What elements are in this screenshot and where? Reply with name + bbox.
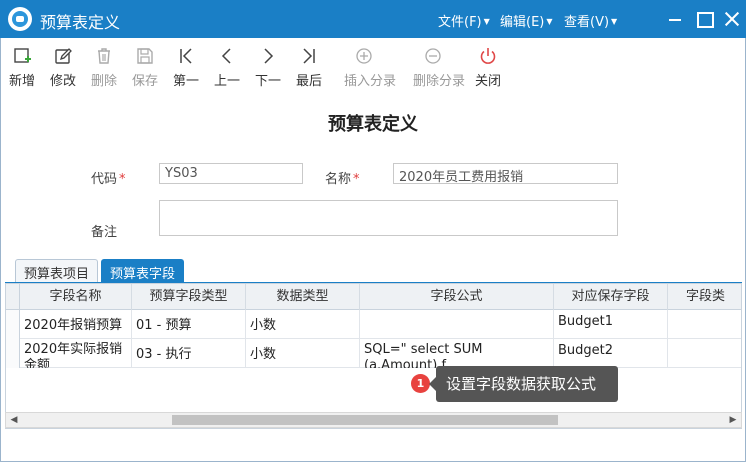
- close-button[interactable]: 关闭: [468, 46, 508, 90]
- edit-button-label: 修改: [49, 74, 76, 89]
- name-label: 名称 *: [325, 172, 360, 187]
- edit-button[interactable]: 修改: [43, 46, 83, 90]
- last-record-button[interactable]: 最后: [289, 46, 329, 90]
- cell-budget-type[interactable]: 01 - 预算: [132, 310, 246, 339]
- col-header-budget-type[interactable]: 预算字段类型: [132, 284, 246, 310]
- tab-budget-items[interactable]: 预算表项目: [15, 259, 99, 283]
- form-title: 预算表定义: [328, 114, 418, 135]
- last-record-label: 最后: [295, 74, 322, 89]
- cell-save-field[interactable]: Budget2: [554, 339, 668, 368]
- cell-field-class[interactable]: [668, 310, 741, 339]
- next-record-label: 下一: [254, 74, 281, 89]
- hint-tooltip: 设置字段数据获取公式: [429, 366, 618, 402]
- table-row[interactable]: 2020年实际报销金额 03 - 执行 小数 SQL=" select SUM …: [6, 339, 741, 368]
- grid-header: 字段名称 预算字段类型 数据类型 字段公式 对应保存字段 字段类: [6, 284, 741, 310]
- cell-data-type[interactable]: 小数: [246, 310, 360, 339]
- scroll-right-icon[interactable]: ▶: [727, 413, 739, 427]
- table-row[interactable]: 2020年报销预算 01 - 预算 小数 Budget1: [6, 310, 741, 339]
- cell-field-class[interactable]: [668, 339, 741, 368]
- cell-formula[interactable]: SQL=" select SUM (a.Amount) f: [360, 339, 554, 368]
- scroll-left-icon[interactable]: ◀: [8, 413, 20, 427]
- caret-down-icon: ▼: [546, 17, 553, 26]
- col-header-formula[interactable]: 字段公式: [360, 284, 554, 310]
- close-window-button[interactable]: [719, 0, 745, 38]
- chevron-left-icon: [221, 48, 231, 64]
- cell-budget-type[interactable]: 03 - 执行: [132, 339, 246, 368]
- required-mark: *: [353, 172, 360, 187]
- col-header-save-field[interactable]: 对应保存字段: [554, 284, 668, 310]
- caret-down-icon: ▼: [483, 17, 490, 26]
- col-header-data-type[interactable]: 数据类型: [246, 284, 360, 310]
- window-title: 预算表定义: [40, 13, 121, 32]
- app-logo-icon: [8, 7, 32, 31]
- tab-budget-fields[interactable]: 预算表字段: [101, 259, 185, 283]
- new-button-label: 新增: [8, 74, 35, 89]
- previous-record-button[interactable]: 上一: [207, 46, 247, 90]
- required-mark: *: [119, 172, 126, 187]
- delete-entry-label: 删除分录: [413, 74, 466, 89]
- last-icon: [303, 48, 315, 64]
- save-disk-icon: [137, 48, 153, 64]
- code-field[interactable]: YS03: [159, 163, 303, 184]
- grid-corner: [6, 284, 20, 310]
- save-button[interactable]: 保存: [125, 46, 165, 90]
- caret-down-icon: ▼: [611, 17, 618, 26]
- minus-circle-icon: [425, 48, 441, 64]
- edit-pencil-icon: [55, 48, 72, 64]
- menu-file[interactable]: 文件(F) ▼: [438, 11, 490, 30]
- menu-view[interactable]: 查看(V) ▼: [564, 11, 617, 30]
- delete-button-label: 删除: [90, 74, 117, 89]
- cell-formula[interactable]: [360, 310, 554, 339]
- cell-save-field[interactable]: Budget1: [554, 310, 668, 339]
- insert-entry-button[interactable]: 插入分录: [344, 46, 397, 90]
- menu-edit[interactable]: 编辑(E) ▼: [500, 11, 553, 30]
- row-header[interactable]: [6, 310, 20, 339]
- col-header-field-class[interactable]: 字段类: [668, 284, 741, 310]
- minimize-button[interactable]: [662, 0, 688, 38]
- cell-data-type[interactable]: 小数: [246, 339, 360, 368]
- delete-entry-button[interactable]: 删除分录: [413, 46, 466, 90]
- first-icon: [180, 48, 192, 64]
- delete-button[interactable]: 删除: [84, 46, 124, 90]
- code-label: 代码 *: [91, 172, 126, 187]
- chevron-right-icon: [264, 48, 274, 64]
- col-header-field-name[interactable]: 字段名称: [20, 284, 132, 310]
- previous-record-label: 上一: [213, 74, 240, 89]
- scrollbar-thumb[interactable]: [172, 415, 558, 425]
- save-button-label: 保存: [131, 74, 158, 89]
- power-icon: [480, 48, 496, 64]
- plus-circle-icon: [356, 48, 372, 64]
- step-badge: 1: [411, 374, 430, 393]
- maximize-button[interactable]: [691, 0, 717, 38]
- insert-entry-label: 插入分录: [344, 74, 397, 89]
- trash-icon: [98, 48, 110, 64]
- fields-grid: 字段名称 预算字段类型 数据类型 字段公式 对应保存字段 字段类 2020年报销…: [5, 283, 742, 429]
- close-button-label: 关闭: [474, 74, 501, 89]
- cell-field-name[interactable]: 2020年实际报销金额: [20, 339, 132, 368]
- new-doc-icon: [14, 48, 31, 63]
- first-record-label: 第一: [172, 74, 199, 89]
- note-label: 备注: [91, 225, 118, 240]
- row-header[interactable]: [6, 339, 20, 368]
- name-field[interactable]: 2020年员工费用报销: [393, 163, 618, 184]
- new-button[interactable]: 新增: [2, 46, 42, 90]
- next-record-button[interactable]: 下一: [248, 46, 288, 90]
- horizontal-scrollbar[interactable]: ◀ ▶: [5, 412, 742, 428]
- first-record-button[interactable]: 第一: [166, 46, 206, 90]
- cell-field-name[interactable]: 2020年报销预算: [20, 310, 132, 339]
- title-bar: 预算表定义 文件(F) ▼ 编辑(E) ▼ 查看(V) ▼: [0, 0, 746, 38]
- note-field[interactable]: [159, 200, 618, 236]
